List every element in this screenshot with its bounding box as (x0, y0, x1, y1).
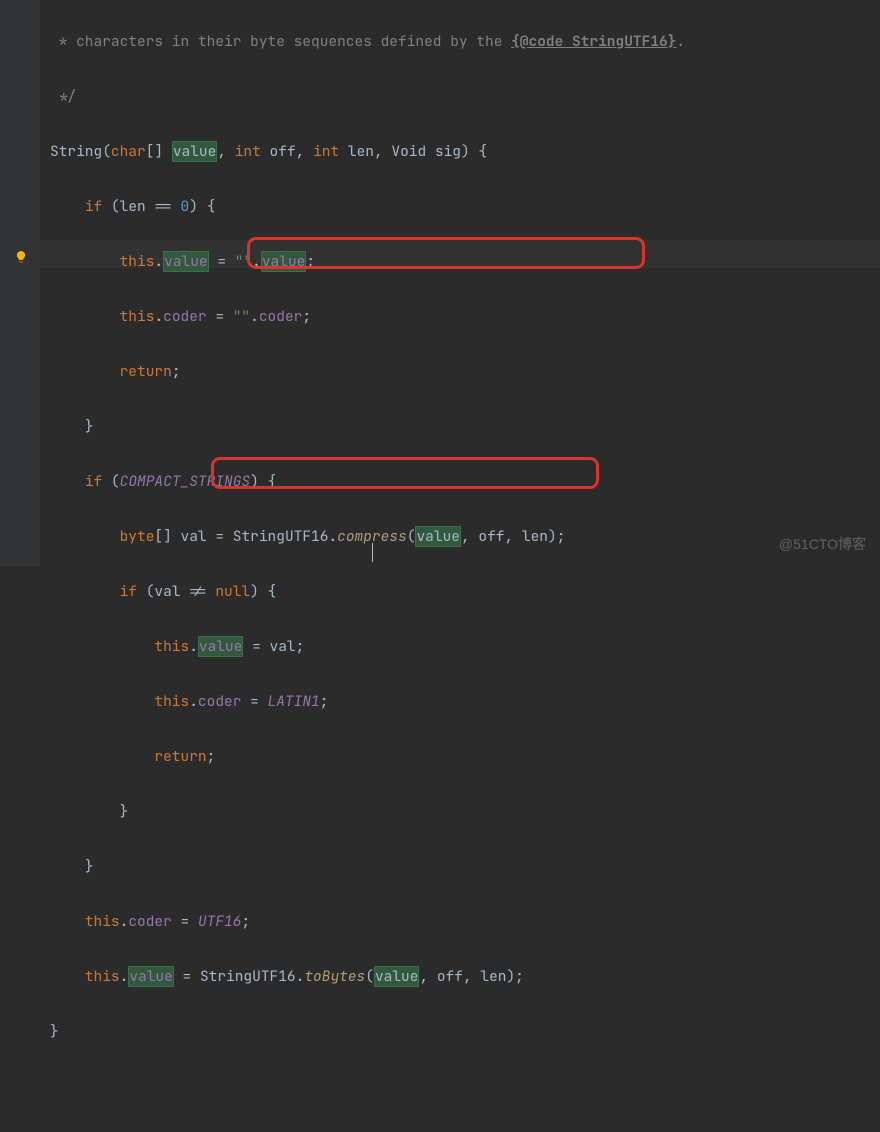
code-line: } (50, 1018, 880, 1046)
code-line: if (COMPACT_STRINGS) { (50, 468, 880, 496)
comment-end: */ (50, 87, 76, 106)
code-line: */ (50, 83, 880, 111)
lightbulb-icon[interactable] (14, 247, 28, 275)
code-line: * characters in their byte sequences def… (50, 28, 880, 56)
code-line: return; (50, 743, 880, 771)
code-line: return; (50, 358, 880, 386)
code-line: this.value = StringUTF16.toBytes(value, … (50, 963, 880, 991)
javadoc-tag: {@code StringUTF16} (511, 32, 676, 51)
code-editor[interactable]: * characters in their byte sequences def… (40, 0, 880, 566)
field-value: value (163, 251, 209, 272)
code-line: if (val != null) { (50, 578, 880, 606)
param-value: value (172, 141, 218, 162)
code-line: if (len == 0) { (50, 193, 880, 221)
ctor-name: String (50, 142, 102, 161)
code-line: this.coder = LATIN1; (50, 688, 880, 716)
code-line: this.coder = "".coder; (50, 303, 880, 331)
code-line: } (50, 853, 880, 881)
code-line: this.coder = UTF16; (50, 908, 880, 936)
watermark-text: @51CTO博客 (779, 531, 866, 559)
const-compact-strings: COMPACT_STRINGS (120, 472, 251, 491)
code-line-current: byte[] val = StringUTF16.compress(value,… (50, 523, 880, 551)
code-line: String(char[] value, int off, int len, V… (50, 138, 880, 166)
editor-gutter (0, 0, 40, 566)
code-line: this.value = val; (50, 633, 880, 661)
code-line: /* (50, 1128, 880, 1132)
code-line: } (50, 413, 880, 441)
comment-text: * characters in their byte sequences def… (50, 32, 511, 51)
code-line: this.value = "".value; (50, 248, 880, 276)
code-line (50, 1073, 880, 1101)
code-line: } (50, 798, 880, 826)
comment-text: . (676, 32, 685, 51)
